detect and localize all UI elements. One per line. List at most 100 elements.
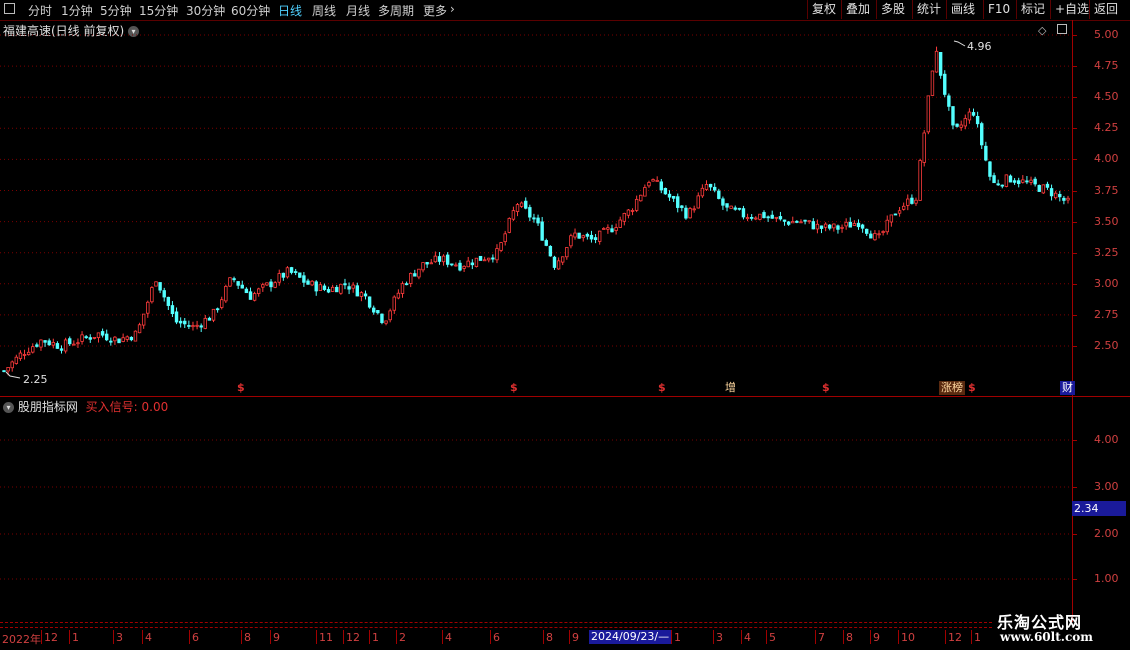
candle xyxy=(35,342,39,348)
candle xyxy=(947,93,951,111)
signal-badge[interactable]: 增 xyxy=(723,381,738,395)
candle xyxy=(191,321,195,331)
candle xyxy=(1062,195,1066,205)
period-tab-0[interactable]: 分时 xyxy=(28,2,52,19)
period-tab-5[interactable]: 60分钟 xyxy=(231,2,270,19)
candle xyxy=(10,360,14,372)
toolbar-button-4[interactable]: 画线 xyxy=(946,0,979,19)
toolbar-button-0[interactable]: 复权 xyxy=(807,0,840,19)
x-tick-mark xyxy=(69,630,70,644)
candle xyxy=(273,281,277,289)
candle xyxy=(901,202,906,211)
x-tick-mark xyxy=(843,630,844,644)
toolbar-button-3[interactable]: 统计 xyxy=(912,0,945,19)
dollar-signal-icon[interactable]: $ xyxy=(822,381,830,394)
candle xyxy=(926,95,931,135)
period-tab-7[interactable]: 周线 xyxy=(312,2,336,19)
dollar-signal-icon[interactable]: $ xyxy=(237,381,245,394)
toolbar-button-2[interactable]: 多股 xyxy=(876,0,909,19)
candle xyxy=(117,338,121,344)
candle xyxy=(240,280,244,289)
candle xyxy=(281,272,286,281)
candle xyxy=(14,354,19,365)
x-tick-label: 4 xyxy=(445,631,452,644)
candle xyxy=(832,223,836,232)
candle xyxy=(343,278,347,290)
x-tick-label: 8 xyxy=(546,631,553,644)
x-tick-label: 4 xyxy=(145,631,152,644)
price-tick-label: 2.75 xyxy=(1094,307,1119,321)
candle xyxy=(758,213,762,221)
candle xyxy=(540,216,544,241)
candle xyxy=(865,228,869,236)
toolbar-button-8[interactable]: 返回 xyxy=(1089,0,1122,19)
candle xyxy=(207,316,212,321)
candle xyxy=(1000,184,1004,189)
x-tick-label: 8 xyxy=(846,631,853,644)
candle xyxy=(766,215,770,222)
candle xyxy=(396,289,401,300)
candle xyxy=(840,224,844,233)
candle xyxy=(59,345,64,354)
candle xyxy=(836,224,840,234)
candle xyxy=(129,336,134,342)
signal-badge[interactable]: 财 xyxy=(1060,381,1075,395)
period-tab-3[interactable]: 15分钟 xyxy=(139,2,178,19)
candle xyxy=(696,192,700,209)
candle xyxy=(441,254,446,266)
panel-divider xyxy=(0,396,1130,397)
toolbar-button-5[interactable]: F10 xyxy=(983,0,1014,19)
candle xyxy=(47,338,51,346)
toolbar-button-7[interactable]: +自选 xyxy=(1050,0,1093,19)
candle xyxy=(988,161,992,181)
candle xyxy=(807,220,811,224)
candle xyxy=(462,265,466,272)
period-tab-1[interactable]: 1分钟 xyxy=(61,2,93,19)
candle xyxy=(671,195,676,202)
x-tick-mark xyxy=(241,630,242,644)
tick-mark xyxy=(1072,283,1077,285)
candle xyxy=(955,123,959,128)
candle xyxy=(109,337,113,346)
candle xyxy=(454,262,458,267)
chevron-right-icon[interactable]: › xyxy=(450,2,455,16)
candle xyxy=(31,343,35,354)
x-tick-mark xyxy=(396,630,397,644)
dollar-signal-icon[interactable]: $ xyxy=(510,381,518,394)
candle xyxy=(692,205,696,213)
candle xyxy=(433,251,438,263)
candle xyxy=(585,232,590,240)
period-tab-6[interactable]: 日线 xyxy=(278,2,302,19)
candle xyxy=(409,272,413,288)
candle xyxy=(367,296,372,309)
candle xyxy=(515,203,520,217)
candle xyxy=(959,120,963,131)
candle xyxy=(684,205,688,220)
dollar-signal-icon[interactable]: $ xyxy=(968,381,976,394)
candle xyxy=(326,286,331,294)
candle xyxy=(2,370,6,373)
panel-menu-icon[interactable] xyxy=(4,3,15,14)
candle xyxy=(778,211,783,221)
toolbar-button-1[interactable]: 叠加 xyxy=(841,0,874,19)
candlestick-chart[interactable]: 4.96 2.25 xyxy=(0,20,1072,396)
candle xyxy=(951,106,955,130)
candle xyxy=(84,335,88,339)
candle xyxy=(330,284,335,292)
candle xyxy=(1004,174,1009,188)
candle xyxy=(963,114,967,130)
dollar-signal-icon[interactable]: $ xyxy=(658,381,666,394)
candle xyxy=(285,266,290,279)
x-tick-label: 2 xyxy=(399,631,406,644)
toolbar-button-6[interactable]: 标记 xyxy=(1016,0,1049,19)
period-tab-4[interactable]: 30分钟 xyxy=(186,2,225,19)
candle xyxy=(577,232,581,239)
candle xyxy=(791,216,795,224)
signal-badge[interactable]: 涨榜 xyxy=(939,381,965,395)
candle xyxy=(914,197,918,206)
period-tab-8[interactable]: 月线 xyxy=(346,2,370,19)
period-tab-2[interactable]: 5分钟 xyxy=(100,2,132,19)
period-tab-10[interactable]: 更多 xyxy=(423,2,447,19)
x-tick-label: 1 xyxy=(974,631,981,644)
period-tab-9[interactable]: 多周期 xyxy=(378,2,414,19)
